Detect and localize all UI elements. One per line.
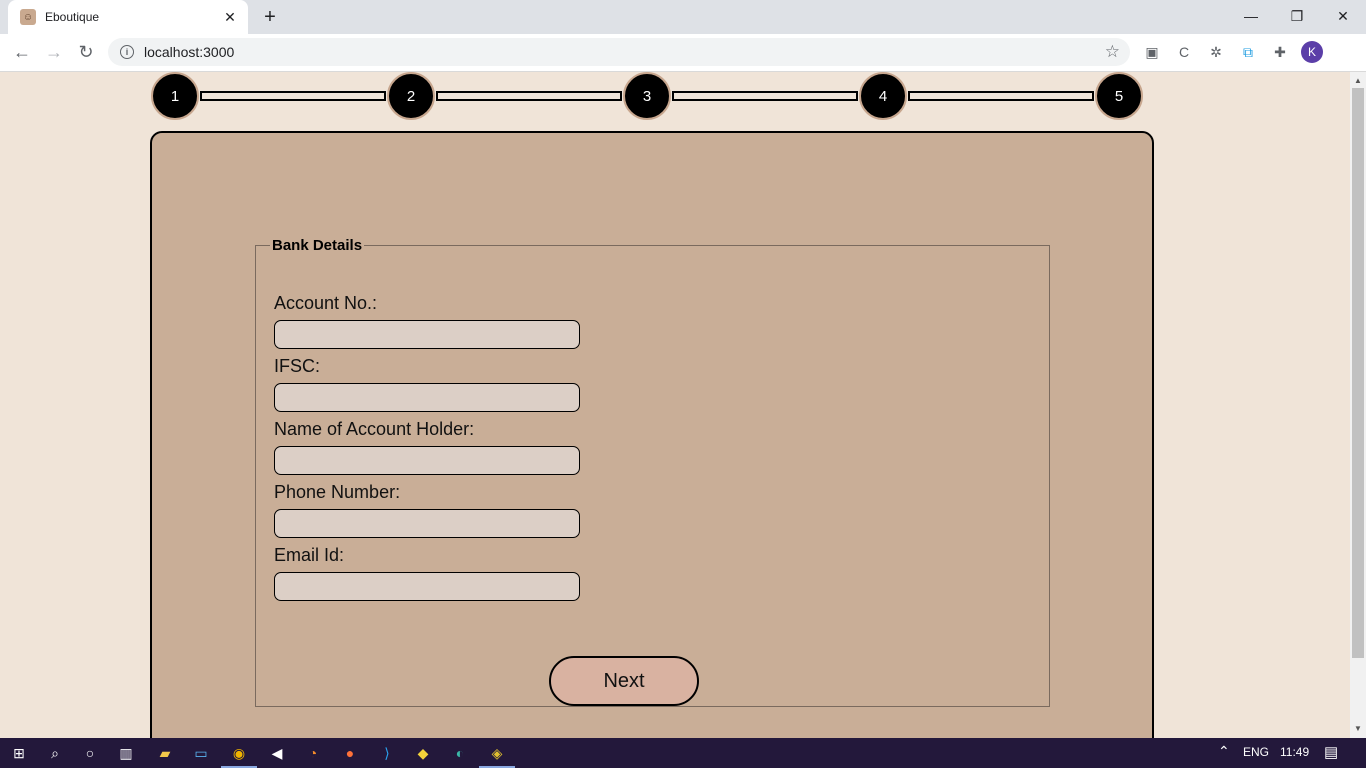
browser-toolbar: ← → ↻ i localhost:3000 ☆ ▣ C ✲ ⧉ ✚ xyxy=(0,34,1366,72)
ifsc-label: IFSC: xyxy=(274,356,321,376)
pocket-icon[interactable]: ▣ xyxy=(1142,42,1162,62)
tray-chevron-icon[interactable]: ⌃ xyxy=(1218,743,1230,760)
account-holder-input[interactable] xyxy=(274,446,580,475)
tab-strip: ☺ Eboutique ✕ + — ❐ ✕ xyxy=(0,0,1366,34)
step-2[interactable]: 2 xyxy=(387,72,435,120)
restore-icon[interactable]: ❐ xyxy=(1274,0,1320,32)
step-connector xyxy=(200,91,386,101)
boutique-icon: ☺ xyxy=(20,9,36,25)
step-3[interactable]: 3 xyxy=(623,72,671,120)
step-4[interactable]: 4 xyxy=(859,72,907,120)
clock[interactable]: 11:49 xyxy=(1280,745,1309,759)
next-button[interactable]: Next xyxy=(549,656,699,706)
back-icon[interactable]: ← xyxy=(10,40,34,64)
url-text: localhost:3000 xyxy=(144,44,235,60)
profile-avatar[interactable]: K xyxy=(1301,41,1323,63)
step-connector xyxy=(436,91,622,101)
extension-c-icon[interactable]: C xyxy=(1174,42,1194,62)
media-player-icon[interactable]: ◀ xyxy=(267,743,287,763)
windows-taskbar: ⊞ ⌕ ○ ▥ ▰ ▭ ◉ ◀ ◔ ● ⟩ ◆ ◐ ◈ ⌃ ENG 11:49 … xyxy=(0,738,1366,768)
minimize-icon[interactable]: — xyxy=(1228,0,1274,32)
step-5[interactable]: 5 xyxy=(1095,72,1143,120)
step-connector xyxy=(672,91,858,101)
desktop-icon[interactable]: ▭ xyxy=(191,743,211,763)
notifications-icon[interactable]: ▤ xyxy=(1324,743,1338,761)
cast-icon[interactable]: ⧉ xyxy=(1238,42,1258,62)
email-input[interactable] xyxy=(274,572,580,601)
account-number-input[interactable] xyxy=(274,320,580,349)
scroll-up-icon[interactable]: ▲ xyxy=(1354,76,1362,85)
task-view-icon[interactable]: ▥ xyxy=(116,743,136,763)
browser-tab[interactable]: ☺ Eboutique ✕ xyxy=(8,0,248,34)
gamepad-icon[interactable]: ◆ xyxy=(413,743,433,763)
step-connector xyxy=(908,91,1094,101)
blender-icon[interactable]: ◔ xyxy=(303,743,323,763)
email-label: Email Id: xyxy=(274,545,345,565)
step-1[interactable]: 1 xyxy=(151,72,199,120)
search-icon[interactable]: ⌕ xyxy=(45,743,65,763)
form-card: Bank Details Account No.: IFSC: Name of … xyxy=(150,131,1154,738)
language-indicator[interactable]: ENG xyxy=(1243,745,1269,759)
git-icon[interactable]: ◈ xyxy=(487,743,507,763)
chrome-icon[interactable]: ◉ xyxy=(229,743,249,763)
bank-details-legend: Bank Details xyxy=(272,237,363,254)
bookmark-star-icon[interactable]: ☆ xyxy=(1105,42,1120,62)
address-bar[interactable]: i localhost:3000 ☆ xyxy=(108,38,1130,66)
close-window-icon[interactable]: ✕ xyxy=(1320,0,1366,32)
file-explorer-icon[interactable]: ▰ xyxy=(155,743,175,763)
page-viewport: 1 2 3 4 5 Bank Details Account No.: IFSC… xyxy=(0,72,1350,738)
cortana-icon[interactable]: ○ xyxy=(80,743,100,763)
tab-title: Eboutique xyxy=(45,10,100,24)
bug-icon[interactable]: ✲ xyxy=(1206,42,1226,62)
extensions-puzzle-icon[interactable]: ✚ xyxy=(1270,42,1290,62)
vscode-icon[interactable]: ⟩ xyxy=(377,743,397,763)
site-info-icon[interactable]: i xyxy=(120,45,134,59)
account-number-label: Account No.: xyxy=(274,293,378,313)
forward-icon[interactable]: → xyxy=(42,40,66,64)
phone-number-label: Phone Number: xyxy=(274,482,401,502)
account-holder-label: Name of Account Holder: xyxy=(274,419,475,439)
firefox-icon[interactable]: ● xyxy=(340,743,360,763)
page-scrollbar[interactable]: ▲ ▼ xyxy=(1350,72,1366,738)
reload-icon[interactable]: ↻ xyxy=(74,40,98,64)
ifsc-input[interactable] xyxy=(274,383,580,412)
phone-number-input[interactable] xyxy=(274,509,580,538)
bank-details-fieldset: Bank Details Account No.: IFSC: Name of … xyxy=(255,237,1050,707)
scroll-down-icon[interactable]: ▼ xyxy=(1354,724,1362,733)
new-tab-icon[interactable]: + xyxy=(259,6,281,28)
scroll-thumb[interactable] xyxy=(1352,88,1364,658)
windows-start-icon[interactable]: ⊞ xyxy=(9,743,29,763)
edge-icon[interactable]: ◐ xyxy=(450,743,470,763)
close-tab-icon[interactable]: ✕ xyxy=(220,7,240,27)
